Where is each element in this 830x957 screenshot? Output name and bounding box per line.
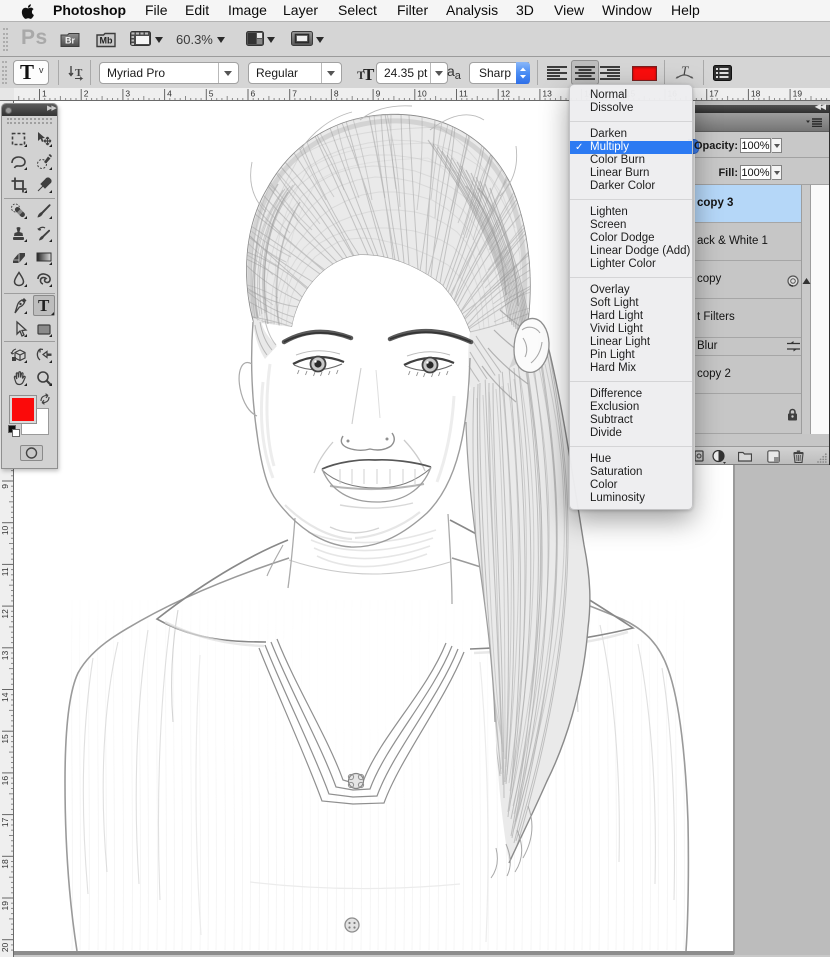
svg-text:7: 7 — [292, 89, 297, 99]
svg-text:Mb: Mb — [100, 36, 113, 46]
svg-text:13: 13 — [542, 89, 552, 99]
svg-text:T: T — [363, 65, 375, 81]
svg-text:1: 1 — [42, 89, 47, 99]
svg-text:6: 6 — [251, 89, 256, 99]
svg-text:17: 17 — [0, 817, 10, 827]
svg-text:10: 10 — [417, 89, 427, 99]
svg-text:5: 5 — [209, 89, 214, 99]
svg-text:14: 14 — [0, 692, 10, 702]
svg-text:20: 20 — [0, 942, 10, 952]
svg-text:11: 11 — [459, 89, 468, 99]
svg-text:10: 10 — [0, 525, 10, 535]
svg-text:15: 15 — [0, 734, 10, 744]
svg-text:19: 19 — [0, 901, 10, 911]
svg-text:11: 11 — [0, 567, 10, 576]
svg-text:T: T — [75, 67, 83, 79]
svg-text:9: 9 — [0, 484, 10, 489]
svg-text:2: 2 — [84, 89, 89, 99]
svg-text:T: T — [681, 64, 689, 78]
svg-text:19: 19 — [793, 89, 803, 99]
svg-text:3: 3 — [125, 89, 130, 99]
svg-text:12: 12 — [501, 89, 511, 99]
svg-text:17: 17 — [709, 89, 719, 99]
svg-text:16: 16 — [0, 776, 10, 786]
svg-text:18: 18 — [751, 89, 761, 99]
svg-text:13: 13 — [0, 651, 10, 661]
svg-text:Br: Br — [65, 36, 75, 46]
svg-text:18: 18 — [0, 859, 10, 869]
svg-text:9: 9 — [376, 89, 381, 99]
svg-text:8: 8 — [334, 89, 339, 99]
svg-text:4: 4 — [167, 89, 172, 99]
svg-text:12: 12 — [0, 609, 10, 619]
